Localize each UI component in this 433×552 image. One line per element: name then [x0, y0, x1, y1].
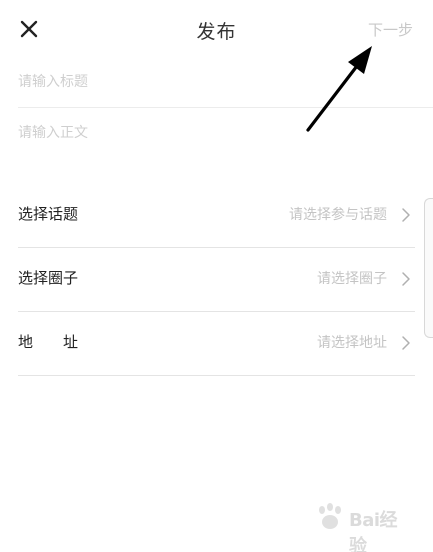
- baidu-paw-logo: [319, 503, 341, 529]
- row-label: 选择圈子: [18, 269, 79, 287]
- select-circle-row[interactable]: 选择圈子 请选择圈子: [18, 247, 415, 312]
- row-label: 地 址: [18, 333, 79, 351]
- publish-screen: 发布 下一步 选择话题 请选择参与话题 选择圈子 请选择圈子 地 址 请选择地址: [0, 0, 433, 552]
- next-step-button[interactable]: 下一步: [368, 19, 413, 40]
- arrow-pointer-icon: [306, 46, 372, 132]
- chevron-right-icon: [402, 336, 410, 350]
- chevron-right-icon: [402, 208, 410, 222]
- row-label: 选择话题: [18, 205, 79, 223]
- row-placeholder: 请选择圈子: [317, 271, 387, 287]
- watermark-text: Bai经验: [349, 510, 398, 552]
- chevron-right-icon: [402, 272, 410, 286]
- watermark: Bai经验: [313, 502, 413, 552]
- side-scroll-handle[interactable]: [424, 198, 433, 338]
- select-address-row[interactable]: 地 址 请选择地址: [18, 311, 415, 376]
- select-topic-row[interactable]: 选择话题 请选择参与话题: [18, 183, 415, 248]
- row-placeholder: 请选择参与话题: [289, 207, 387, 223]
- row-placeholder: 请选择地址: [317, 335, 387, 351]
